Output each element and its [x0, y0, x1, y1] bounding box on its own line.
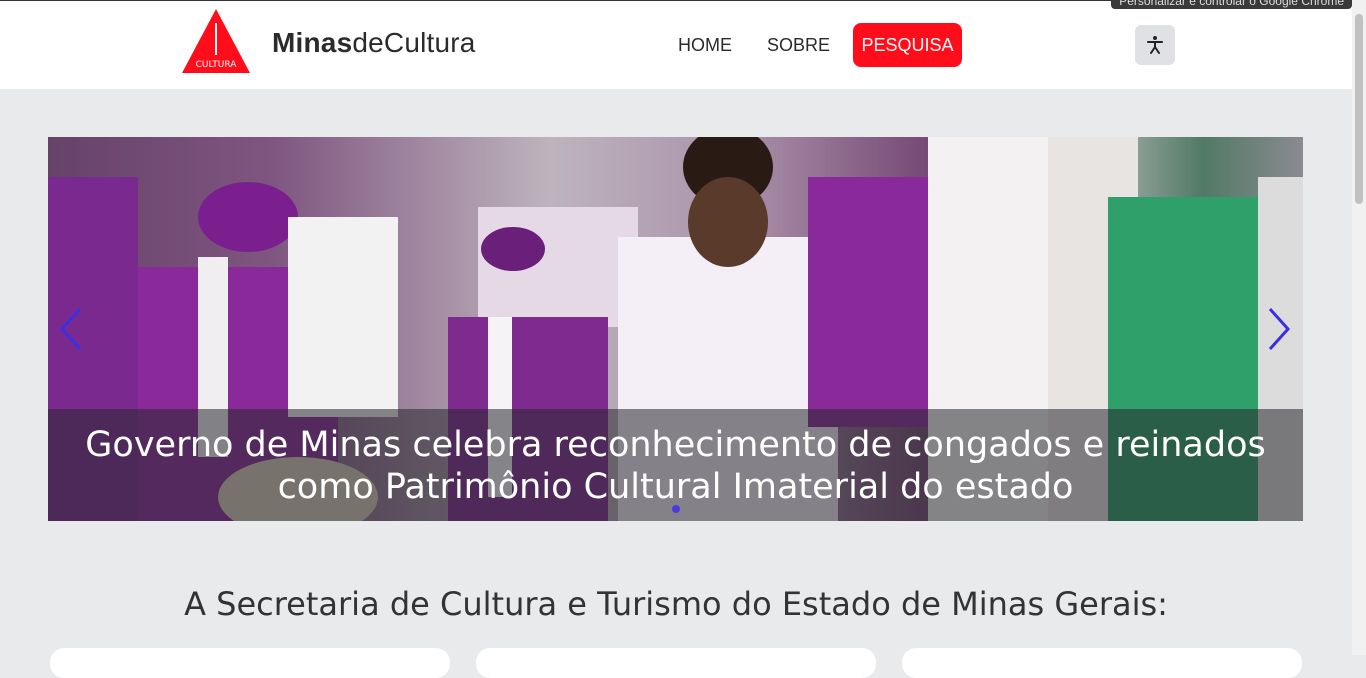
carousel-prev-button[interactable]	[56, 305, 86, 353]
slide-caption[interactable]: Governo de Minas celebra reconhecimento …	[48, 424, 1303, 508]
nav-pesquisa-button[interactable]: PESQUISA	[853, 23, 962, 67]
scrollbar-thumb[interactable]	[1355, 14, 1363, 204]
logo-text: CULTURA	[196, 60, 238, 70]
info-card[interactable]	[476, 648, 876, 678]
nav-home[interactable]: HOME	[678, 35, 732, 56]
nav-sobre[interactable]: SOBRE	[767, 35, 830, 56]
news-carousel[interactable]: Governo de Minas celebra reconhecimento …	[48, 137, 1303, 521]
site-header: CULTURA MinasdeCultura HOME SOBRE PESQUI…	[0, 1, 1352, 89]
chevron-right-icon	[1268, 307, 1291, 351]
accessibility-icon	[1147, 36, 1163, 54]
page-scrollbar[interactable]	[1352, 0, 1366, 655]
brand-name[interactable]: MinasdeCultura	[272, 27, 476, 59]
brand-light: deCultura	[352, 27, 476, 58]
brand-bold: Minas	[272, 27, 353, 58]
accessibility-button[interactable]	[1135, 25, 1175, 65]
carousel-indicators	[48, 498, 1303, 517]
info-card[interactable]	[50, 648, 450, 678]
carousel-next-button[interactable]	[1264, 305, 1294, 353]
site-logo[interactable]: CULTURA	[182, 9, 250, 73]
section-title: A Secretaria de Cultura e Turismo do Est…	[184, 585, 1168, 623]
chevron-left-icon	[59, 307, 82, 351]
info-card[interactable]	[902, 648, 1302, 678]
browser-tooltip: Personalizar e controlar o Google Chrome	[1111, 0, 1352, 9]
carousel-dot[interactable]	[671, 505, 680, 513]
